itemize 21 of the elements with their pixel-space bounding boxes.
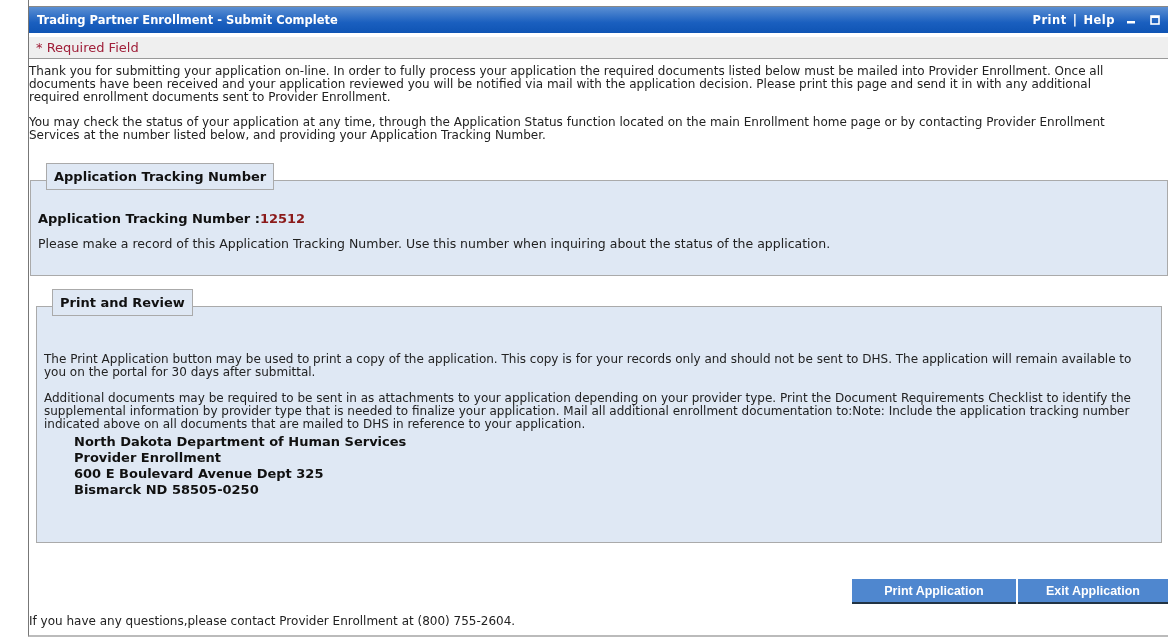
print-application-button[interactable]: Print Application [852,579,1016,604]
maximize-icon[interactable] [1150,15,1160,25]
tracking-label: Application Tracking Number : [38,211,260,226]
tracking-note: Please make a record of this Application Tracking Number. Use this number when inquiring about the status of the application. [38,236,832,251]
intro-paragraph: Thank you for submitting your application on-line. In order to fully process your application the required documents listed below must be mailed into Provider Enrollment. Once all documents have been received and your application reviewed you will be notified via mail with the application decision. Please print this page and send it in with any additional required enrollment documents sent to Provider Enrollment. [29,65,1105,104]
address-line: Bismarck ND 58505-0250 [74,482,259,498]
contact-note: If you have any questions,please contact Provider Enrollment at (800) 755-2604. [29,614,517,628]
panel-legend: Print and Review [52,289,193,316]
review-paragraph: Additional documents may be required to be sent in as attachments to your application depending on your provider type. Print the Document Requirements Checklist to identify the supplemental information by provider type that is needed to finalize your application. Mail all additional enrollment documentation to:Note: Include the application tracking number indicated above on all documents that are mailed to DHS in reference to your application. [44,392,1132,431]
print-link[interactable]: Print [1032,13,1067,27]
tracking-number: 12512 [259,211,306,226]
address-line: North Dakota Department of Human Services [74,434,407,450]
help-link[interactable]: Help [1083,13,1115,27]
address-line: Provider Enrollment [74,450,222,466]
window-title: Trading Partner Enrollment - Submit Complete [37,13,339,27]
review-paragraph: The Print Application button may be used to print a copy of the application. This copy is for your records only and should not be sent to DHS. The application will remain available to you on the portal for 30 days after submittal. [44,353,1133,379]
intro-paragraph: You may check the status of your application at any time, through the Application Status function located on the main Enrollment home page or by contacting Provider Enrollment Services at the number listed below, and providing your Application Tracking Number. [29,116,1106,142]
separator: | [1072,13,1078,27]
panel-legend: Application Tracking Number [46,163,275,190]
exit-application-button[interactable]: Exit Application [1018,579,1168,604]
address-line: 600 E Boulevard Avenue Dept 325 [74,466,324,482]
